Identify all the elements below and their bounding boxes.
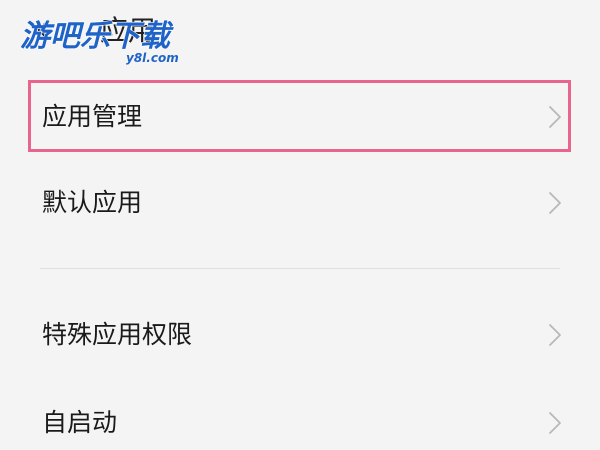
chevron-right-icon [549,324,561,346]
settings-item-app-management[interactable]: 应用管理 [0,80,600,154]
chevron-right-icon [549,192,561,214]
settings-item-label: 应用管理 [42,102,143,131]
section-divider [40,268,560,269]
settings-item-label: 默认应用 [42,188,143,217]
settings-item-special-permissions[interactable]: 特殊应用权限 [0,298,600,372]
back-arrow-icon[interactable] [30,16,58,44]
app-settings-screen: 应用 游吧乐下载 y8l.com 应用管理 默认应用 特殊应用权限 自启动 [0,0,600,450]
chevron-right-icon [549,412,561,434]
settings-item-label: 特殊应用权限 [42,320,193,349]
settings-item-label: 自启动 [42,408,118,437]
settings-item-autostart[interactable]: 自启动 [0,386,600,450]
header-bar: 应用 [0,0,600,70]
settings-item-default-apps[interactable]: 默认应用 [0,166,600,240]
page-title: 应用 [100,14,157,47]
chevron-right-icon [549,106,561,128]
